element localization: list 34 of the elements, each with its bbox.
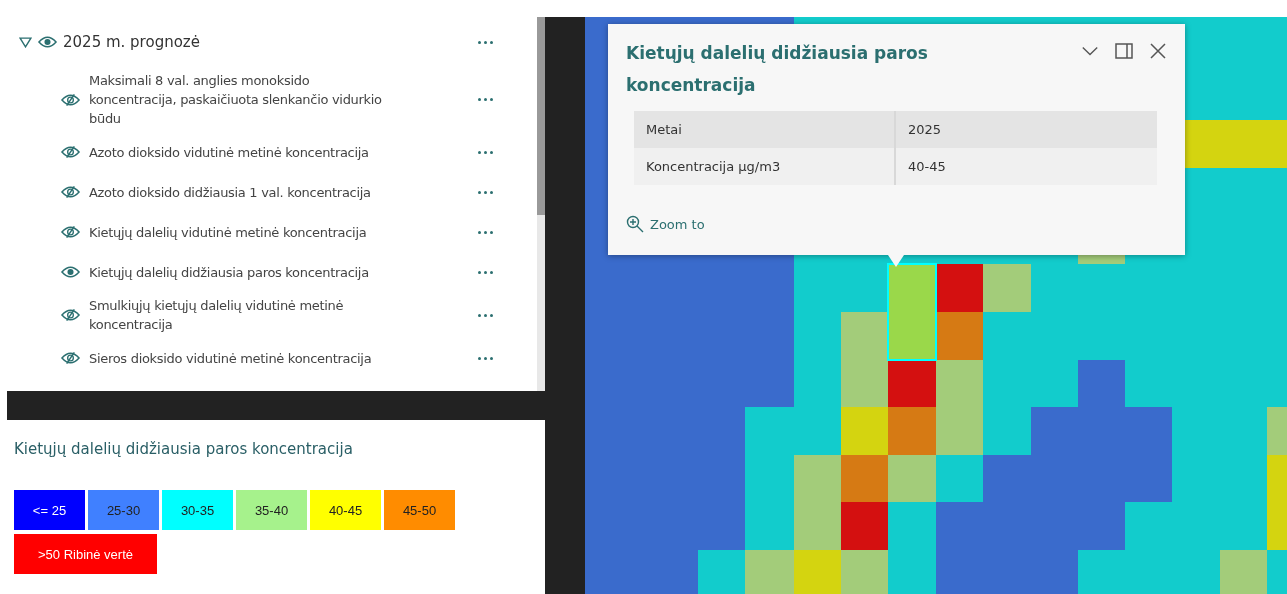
legend-swatch: >50 Ribinė vertė [14,534,157,574]
eye-icon[interactable] [38,35,57,49]
legend-swatch: 35-40 [236,490,307,530]
legend-swatch: 30-35 [162,490,233,530]
dock-icon[interactable] [1115,43,1133,59]
popup-title: Kietųjų dalelių didžiausia paros koncentracija [626,42,929,97]
crossed-eye-icon[interactable] [61,92,80,107]
layer-title[interactable]: Sieros dioksido vidutinė metinė koncentracija [89,348,389,368]
layer-title[interactable]: Azoto dioksido vidutinė metinė koncentracija [89,142,389,162]
zoom-in-icon [626,215,644,233]
legend-swatch: 45-50 [384,490,455,530]
zoom-to-link[interactable]: Zoom to [626,215,705,233]
field-name-cell: Koncentracija µg/m3 [634,148,896,185]
crossed-eye-icon[interactable] [61,351,80,365]
field-value-cell-text: 40-45 [907,158,946,176]
layer-title[interactable]: Kietųjų dalelių vidutinė metinė koncentracija [89,222,389,242]
legend-swatch: 25-30 [88,490,159,530]
crossed-eye-icon[interactable] [61,308,80,322]
crossed-eye-icon[interactable] [61,145,80,159]
field-value-cell-text: 2025 [907,121,942,139]
scrollbar[interactable] [537,17,545,391]
layer-title[interactable]: Smulkiųjų kietųjų dalelių vidutinė metinė koncentracija [89,296,389,334]
close-icon[interactable] [1149,43,1167,59]
eye-icon[interactable] [61,265,80,279]
legend-swatch: 40-45 [310,490,381,530]
layer-group-title[interactable]: 2025 m. prognozė [63,33,470,51]
layer-title[interactable]: Azoto dioksido didžiausia 1 val. koncentracija [89,182,389,202]
expand-triangle-icon[interactable] [19,36,32,48]
legend-swatch: <= 25 [14,490,85,530]
crossed-eye-icon[interactable] [61,185,80,199]
layer-title[interactable]: Maksimali 8 val. anglies monoksido koncentracija, paskaičiuota slenkančio vidurkio būdu [89,71,389,128]
legend-title: Kietųjų dalelių didžiausia paros koncentracija [14,440,354,458]
crossed-eye-icon[interactable] [61,225,80,239]
layer-title[interactable]: Kietųjų dalelių didžiausia paros koncentracija [89,262,389,282]
